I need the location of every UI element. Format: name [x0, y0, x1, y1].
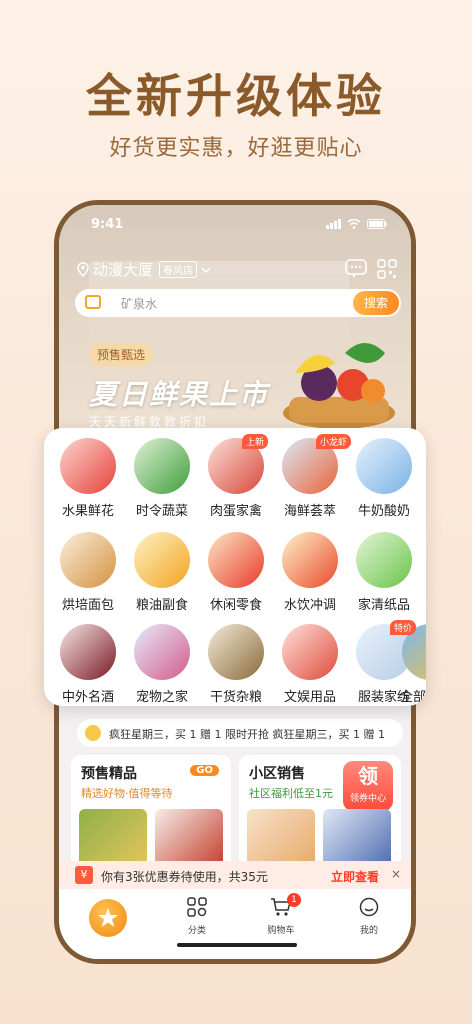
coupon-icon: ¥ — [75, 866, 93, 884]
drink-icon — [282, 532, 338, 588]
promo-subtitle: 好货更实惠，好逛更贴心 — [109, 136, 363, 161]
coupon-center-text: 领券中心 — [349, 794, 386, 804]
snack-icon — [208, 532, 264, 588]
tab-cart-label: 购物车 — [267, 926, 295, 936]
category-fruit[interactable]: 水果鲜花 — [52, 438, 124, 519]
search-bar[interactable]: 矿泉水 搜索 — [75, 289, 401, 317]
liquor-image[interactable] — [155, 809, 223, 869]
presale-badge[interactable]: 预售甄选 — [89, 343, 154, 366]
vegetable-icon — [134, 438, 190, 494]
oil-icon — [134, 532, 190, 588]
crayfish-tag: 小龙虾 — [316, 434, 352, 449]
category-meat[interactable]: 上新 肉蛋家禽 — [200, 434, 272, 519]
notice-bar[interactable]: 疯狂星期三，买 1 赠 1 限时开抢 疯狂星期三，买 1 赠 1 — [77, 719, 403, 747]
community-card-subtitle: 社区福利低至1元 — [249, 787, 333, 800]
tab-profile-label: 我的 — [359, 926, 378, 936]
category-label: 家清纸品 — [357, 598, 410, 613]
category-dry-goods[interactable]: 干货杂粮 — [200, 624, 272, 705]
community-card-title: 小区销售 — [249, 766, 305, 782]
category-label: 时令蔬菜 — [135, 504, 188, 519]
coupon-bar[interactable]: ¥ 你有3张优惠券待使用，共35元 立即查看 × — [59, 861, 411, 889]
store-tag: 春风店 — [159, 261, 198, 278]
search-input[interactable]: 矿泉水 — [121, 295, 157, 312]
new-tag: 上新 — [242, 434, 269, 449]
category-liquor[interactable]: 中外名酒 — [52, 624, 124, 705]
coupon-text: 你有3张优惠券待使用，共35元 — [101, 870, 268, 884]
tab-category-label: 分类 — [187, 926, 206, 936]
message-icon[interactable] — [345, 259, 367, 279]
status-time: 9:41 — [91, 217, 124, 232]
category-label: 中外名酒 — [61, 690, 114, 705]
notice-text: 疯狂星期三，买 1 赠 1 限时开抢 疯狂星期三，买 1 赠 1 — [109, 728, 385, 741]
location-pin-icon — [77, 262, 89, 277]
category-label: 休闲零食 — [209, 598, 262, 613]
wine-icon — [60, 624, 116, 680]
category-label: 水果鲜花 — [61, 504, 114, 519]
category-stationery[interactable]: 文娱用品 — [274, 624, 346, 705]
fruit-icon — [60, 438, 116, 494]
wifi-icon — [347, 219, 361, 229]
profile-icon — [359, 897, 379, 917]
category-label: 肉蛋家禽 — [209, 504, 262, 519]
store-location[interactable]: 动漫大厦 春风店 — [77, 259, 211, 280]
category-all[interactable]: 全部 — [396, 624, 426, 705]
location-name: 动漫大厦 — [93, 261, 154, 279]
pingpong-icon — [282, 624, 338, 680]
home-tab-icon[interactable] — [89, 899, 127, 937]
eggs-image[interactable] — [247, 809, 315, 869]
durian-image[interactable] — [79, 809, 147, 869]
category-seafood[interactable]: 小龙虾 海鲜荟萃 — [274, 434, 352, 519]
view-coupon-link[interactable]: 立即查看 — [331, 868, 379, 885]
category-label: 全部 — [400, 690, 426, 705]
close-icon[interactable]: × — [391, 867, 401, 881]
scan-icon[interactable] — [85, 295, 101, 309]
category-grain-oil[interactable]: 粮油副食 — [126, 532, 198, 613]
milk-icon — [356, 438, 412, 494]
category-milk[interactable]: 牛奶酸奶 — [348, 438, 420, 519]
category-icon — [187, 897, 207, 917]
status-icons — [326, 219, 387, 229]
category-bakery[interactable]: 烘培面包 — [52, 532, 124, 613]
search-button[interactable]: 搜索 — [353, 291, 399, 315]
category-household[interactable]: 家清纸品 — [348, 532, 420, 613]
category-label: 牛奶酸奶 — [357, 504, 410, 519]
category-label: 水饮冲调 — [283, 598, 336, 613]
bread-icon — [60, 532, 116, 588]
sale-tag: 特价 — [390, 620, 417, 635]
qr-code-icon[interactable] — [377, 259, 397, 279]
chevron-down-icon — [201, 266, 211, 273]
category-label: 粮油副食 — [135, 598, 188, 613]
category-snacks[interactable]: 休闲零食 — [200, 532, 272, 613]
coupon-center-badge[interactable]: 领 领券中心 — [343, 761, 393, 811]
coupon-center-label: 领 — [358, 764, 378, 788]
category-pet[interactable]: 宠物之家 — [126, 624, 198, 705]
category-label: 宠物之家 — [135, 690, 188, 705]
tab-bar: 分类 1 购物车 我的 — [59, 889, 411, 959]
category-label: 干货杂粮 — [209, 690, 262, 705]
fruit-basket-image — [283, 343, 395, 429]
battery-icon — [367, 219, 387, 229]
cleaning-icon — [356, 532, 412, 588]
signal-icon — [326, 219, 341, 229]
body-wash-image[interactable] — [323, 809, 391, 869]
category-label: 烘培面包 — [61, 598, 114, 613]
pet-icon — [134, 624, 190, 680]
presale-card-title: 预售精品 — [81, 766, 137, 782]
go-button[interactable]: GO — [190, 765, 219, 776]
category-panel: 水果鲜花 时令蔬菜 上新 肉蛋家禽 小龙虾 海鲜荟萃 牛奶酸奶 烘培面包 粮油副… — [44, 428, 426, 706]
tab-profile[interactable]: 我的 — [339, 897, 399, 936]
tab-category[interactable]: 分类 — [167, 897, 227, 936]
category-label: 文娱用品 — [283, 690, 336, 705]
presale-card-subtitle: 精选好物·值得等待 — [81, 787, 173, 800]
category-label: 海鲜荟萃 — [283, 504, 336, 519]
promo-title: 全新升级体验 — [86, 69, 386, 123]
home-indicator — [177, 943, 297, 947]
speaker-icon — [85, 725, 101, 741]
category-vegetable[interactable]: 时令蔬菜 — [126, 438, 198, 519]
banner-title: 夏日鲜果上市 — [89, 378, 270, 411]
grain-icon — [208, 624, 264, 680]
cart-badge: 1 — [287, 893, 301, 907]
category-drinks[interactable]: 水饮冲调 — [274, 532, 346, 613]
tab-cart[interactable]: 1 购物车 — [251, 893, 311, 936]
